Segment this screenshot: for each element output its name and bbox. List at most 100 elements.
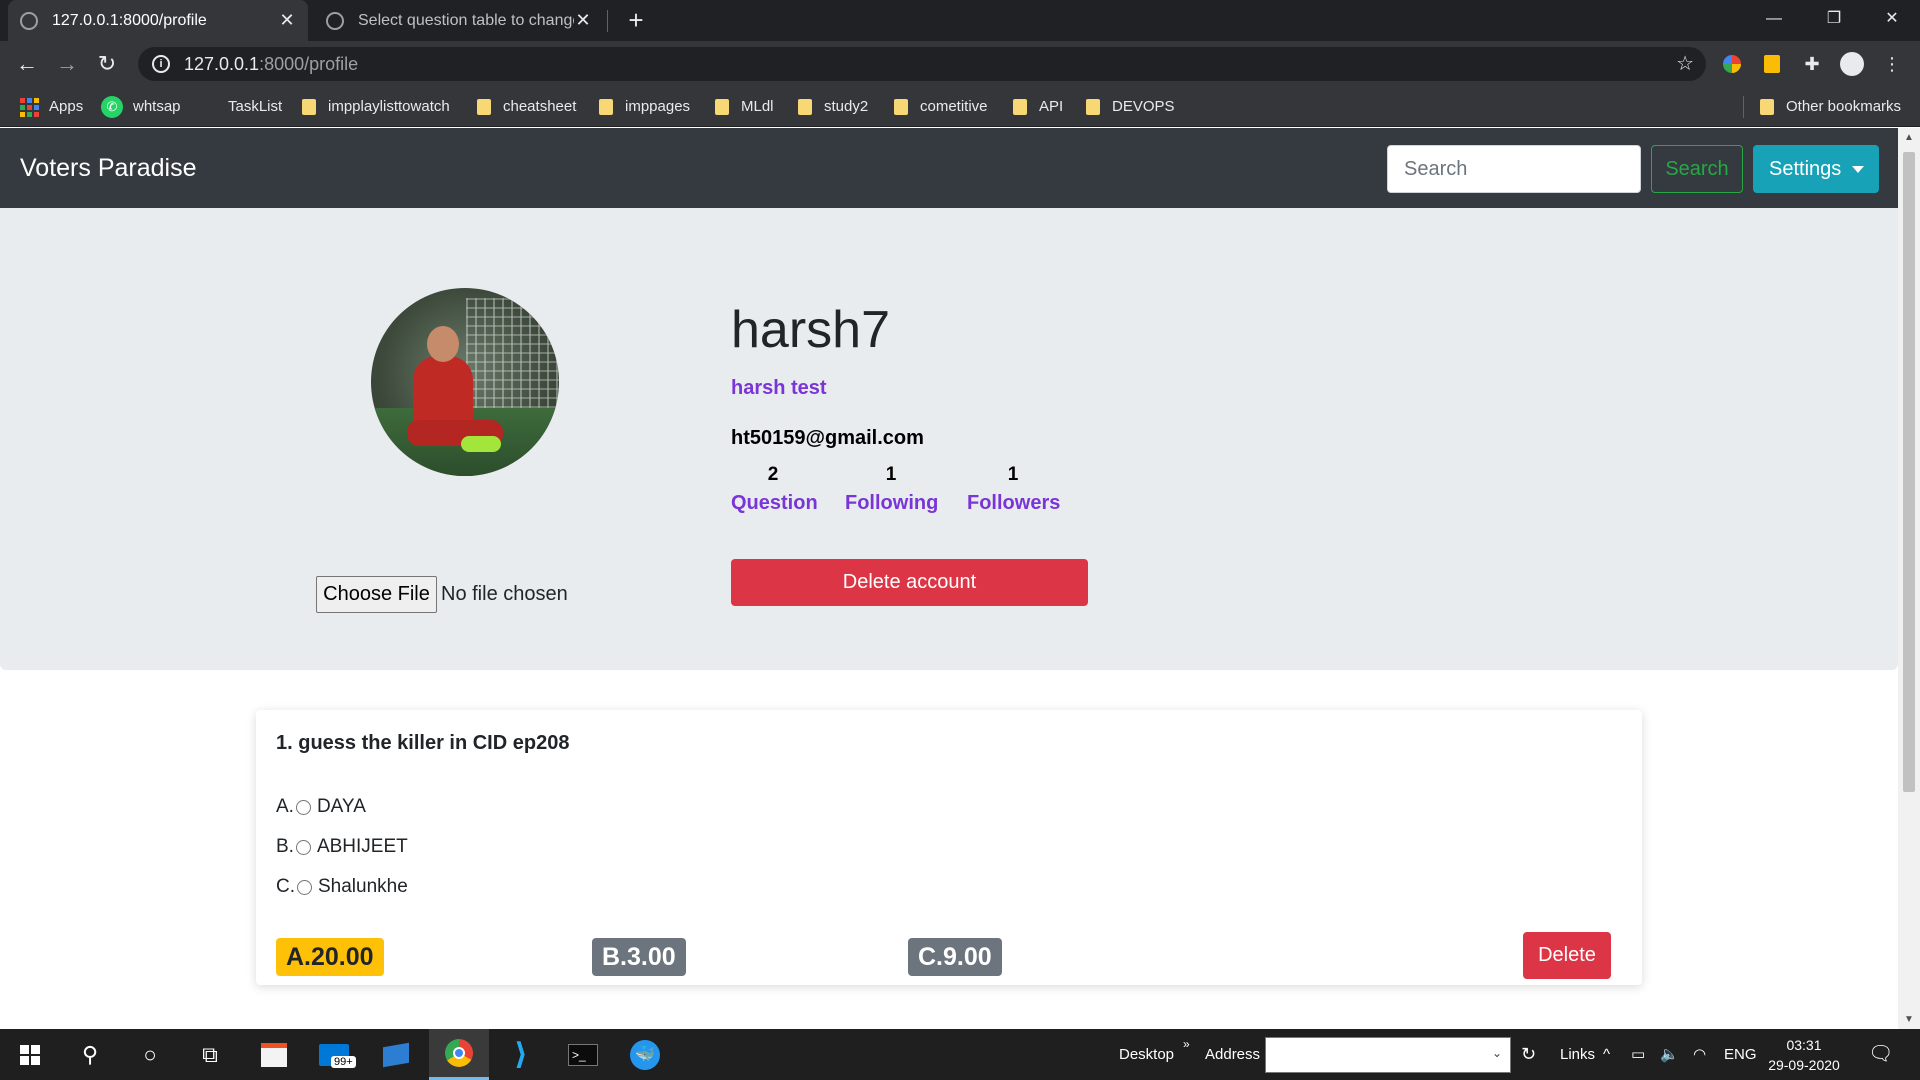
tray-chevron-up-icon[interactable]: ^ — [1603, 1029, 1610, 1080]
delete-question-button[interactable]: Delete — [1523, 932, 1611, 979]
close-window-icon[interactable]: ✕ — [1864, 0, 1920, 41]
refresh-icon[interactable]: ↻ — [1521, 1029, 1536, 1080]
stat-questions[interactable]: 2 Question — [731, 462, 818, 518]
page-scrollbar[interactable]: ▲ ▼ — [1898, 128, 1920, 1029]
bookmark-folder[interactable]: imppages — [599, 87, 690, 127]
option-row[interactable]: C. Shalunkhe — [276, 876, 408, 898]
scroll-up-icon[interactable]: ▲ — [1904, 132, 1914, 143]
bookmark-folder[interactable]: API — [1013, 87, 1063, 127]
bookmarks-bar: Apps ✆ whtsap TaskList impplaylisttowatc… — [0, 87, 1920, 127]
question-card: 1. guess the killer in CID ep208 A. DAYA… — [256, 710, 1642, 985]
battery-icon[interactable]: ▭ — [1631, 1029, 1645, 1080]
forward-icon[interactable]: → — [49, 41, 85, 87]
site-navbar: Voters Paradise Search Settings — [0, 128, 1898, 208]
taskbar-clock[interactable]: 03:31 29-09-2020 — [1764, 1035, 1844, 1075]
desktop-toolbar-label[interactable]: Desktop — [1119, 1029, 1174, 1080]
globe-icon — [326, 11, 344, 30]
wifi-icon[interactable]: ◠ — [1693, 1029, 1706, 1080]
bookmark-apps[interactable]: Apps — [20, 87, 83, 127]
chrome-icon[interactable] — [429, 1029, 489, 1080]
close-tab-icon[interactable]: ✕ — [278, 10, 296, 31]
option-radio[interactable] — [295, 799, 311, 815]
terminal-icon[interactable]: >_ — [553, 1029, 613, 1080]
color-extension-icon[interactable] — [1719, 51, 1745, 77]
mail-icon[interactable]: 99+ — [304, 1029, 364, 1080]
folder-icon — [798, 99, 812, 115]
search-icon[interactable]: ⚲ — [60, 1029, 120, 1080]
bookmark-folder[interactable]: MLdl — [715, 87, 774, 127]
bookmark-folder[interactable]: DEVOPS — [1086, 87, 1175, 127]
close-tab-icon[interactable]: ✕ — [574, 10, 592, 31]
stat-followers[interactable]: 1 Followers — [967, 462, 1060, 518]
bookmark-label: study2 — [824, 98, 869, 115]
notes-extension-icon[interactable] — [1759, 51, 1785, 77]
option-radio[interactable] — [297, 879, 312, 895]
bookmark-label: imppages — [625, 98, 691, 115]
language-indicator[interactable]: ENG — [1724, 1029, 1757, 1080]
profile-avatar-icon[interactable] — [1839, 51, 1865, 77]
menu-kebab-icon[interactable]: ⋮ — [1879, 51, 1905, 77]
delete-account-button[interactable]: Delete account — [731, 559, 1088, 606]
tab-separator — [607, 10, 608, 32]
stat-following[interactable]: 1 Following — [845, 462, 938, 518]
task-view-icon[interactable]: ⧉ — [180, 1029, 240, 1080]
stat-count: 1 — [1007, 464, 1019, 485]
option-radio[interactable] — [295, 839, 311, 855]
taskbar-address-input[interactable]: ⌄ — [1265, 1037, 1511, 1073]
bookmark-whtsap[interactable]: ✆ whtsap — [101, 87, 181, 127]
scrollbar-thumb[interactable] — [1903, 152, 1915, 792]
profile-username: harsh7 — [731, 301, 890, 359]
new-tab-button[interactable]: + — [622, 0, 650, 41]
bookmark-folder[interactable]: study2 — [798, 87, 868, 127]
site-info-icon[interactable]: i — [152, 55, 170, 73]
bookmark-star-icon[interactable]: ☆ — [1676, 51, 1694, 76]
extensions-puzzle-icon[interactable]: ✚ — [1799, 51, 1825, 77]
stat-label[interactable]: Question — [731, 488, 818, 518]
bookmark-folder[interactable]: cometitive — [894, 87, 988, 127]
notifications-icon[interactable]: 🗨 — [1868, 1029, 1893, 1080]
bookmark-folder[interactable]: cheatsheet — [477, 87, 576, 127]
folder-icon — [477, 99, 491, 115]
restore-icon[interactable]: ❐ — [1806, 0, 1862, 41]
cortana-icon[interactable]: ○ — [120, 1029, 180, 1080]
back-icon[interactable]: ← — [9, 41, 45, 87]
minimize-icon[interactable]: — — [1746, 0, 1802, 41]
settings-dropdown-button[interactable]: Settings — [1753, 145, 1879, 193]
address-bar[interactable]: i 127.0.0.1 :8000/profile ☆ — [138, 47, 1706, 81]
stat-count: 2 — [767, 464, 779, 485]
url-path: :8000/profile — [259, 53, 359, 74]
bookmark-tasklist[interactable]: TaskList — [228, 87, 282, 127]
bookmark-label: DEVOPS — [1112, 98, 1175, 115]
search-button[interactable]: Search — [1651, 145, 1743, 193]
choose-file-button[interactable]: Choose File — [316, 576, 437, 613]
docker-icon[interactable]: 🐳 — [615, 1029, 675, 1080]
apps-grid-icon — [20, 97, 39, 117]
search-input[interactable] — [1387, 145, 1641, 193]
brand-link[interactable]: Voters Paradise — [20, 128, 197, 208]
option-text: Shalunkhe — [318, 876, 408, 897]
tab-question-admin[interactable]: Select question table to change | ✕ — [314, 0, 604, 41]
windows-start-icon[interactable] — [0, 1029, 60, 1080]
scroll-down-icon[interactable]: ▼ — [1904, 1014, 1914, 1025]
tab-profile[interactable]: 127.0.0.1:8000/profile ✕ — [8, 0, 308, 41]
vscode-icon[interactable]: ⟩ — [491, 1029, 551, 1080]
bookmark-other[interactable]: Other bookmarks — [1760, 87, 1901, 127]
option-row[interactable]: A. DAYA — [276, 796, 366, 818]
option-row[interactable]: B. ABHIJEET — [276, 836, 408, 858]
volume-icon[interactable]: 🔈 — [1660, 1029, 1679, 1080]
reload-icon[interactable]: ↻ — [89, 41, 125, 87]
page-viewport: Voters Paradise Search Settings Choose F… — [0, 128, 1898, 1029]
stat-label[interactable]: Following — [845, 488, 938, 518]
file-explorer-icon[interactable] — [366, 1029, 426, 1080]
question-title: 1. guess the killer in CID ep208 — [276, 732, 570, 754]
stat-label[interactable]: Followers — [967, 488, 1060, 518]
chevron-down-icon[interactable]: ⌄ — [1492, 1046, 1502, 1060]
profile-full-name: harsh test — [731, 377, 827, 399]
bookmarks-separator — [1743, 96, 1744, 118]
browser-toolbar: ← → ↻ i 127.0.0.1 :8000/profile ☆ ✚ ⋮ — [0, 41, 1920, 87]
chevron-right-icon[interactable]: » — [1183, 1019, 1190, 1070]
links-toolbar-label[interactable]: Links — [1560, 1029, 1595, 1080]
bookmark-folder[interactable]: impplaylisttowatch — [302, 87, 450, 127]
store-icon[interactable] — [244, 1029, 304, 1080]
browser-tab-strip: 127.0.0.1:8000/profile ✕ Select question… — [0, 0, 1920, 41]
